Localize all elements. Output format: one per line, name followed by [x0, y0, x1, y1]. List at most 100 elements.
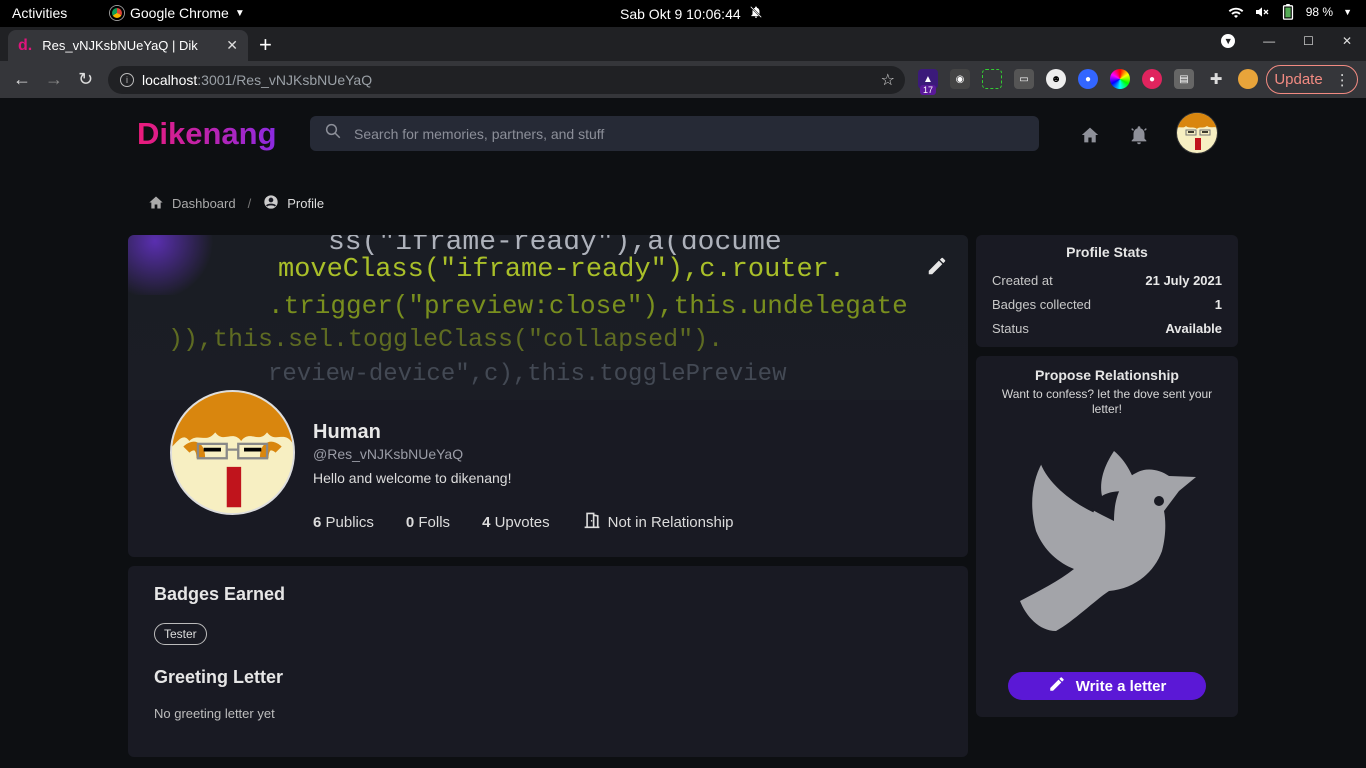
folls-stat[interactable]: 0 Folls — [406, 514, 450, 531]
stat-row-badges: Badges collected 1 — [992, 297, 1222, 312]
wifi-icon — [1228, 4, 1244, 20]
forward-arrow-icon[interactable]: → — [45, 69, 63, 90]
upvotes-stat[interactable]: 4 Upvotes — [482, 514, 550, 531]
close-window-icon[interactable]: ✕ — [1342, 34, 1352, 48]
stat-value: 1 — [1214, 297, 1222, 312]
home-icon — [148, 195, 164, 213]
app-menu-label: Google Chrome — [130, 5, 229, 21]
volume-muted-icon — [1254, 4, 1270, 20]
extension-purple-icon[interactable]: ▲ 17 — [918, 69, 938, 95]
badge-chip[interactable]: Tester — [154, 623, 207, 645]
extension-window-icon[interactable]: ▭ — [1014, 69, 1034, 89]
extension-firefox-color-icon[interactable]: ● — [1078, 69, 1098, 89]
cover-glow — [128, 235, 218, 295]
account-circle-icon — [263, 194, 279, 213]
search-input[interactable] — [354, 125, 1025, 142]
profile-name: Human — [313, 421, 381, 443]
clock-text: Sab Okt 9 10:06:44 — [620, 5, 741, 22]
folls-count: 0 — [405, 513, 415, 531]
chevron-down-icon: ▼ — [1343, 7, 1352, 17]
site-info-icon[interactable]: i — [120, 73, 134, 87]
search-icon — [324, 122, 342, 145]
cover-code-line: moveClass("iframe-ready"),c.router. — [278, 255, 846, 285]
publics-stat[interactable]: 6 Publics — [313, 514, 374, 531]
app-menu[interactable]: Google Chrome ▼ — [110, 5, 245, 21]
write-letter-button[interactable]: Write a letter — [1008, 672, 1206, 700]
kebab-menu-icon[interactable]: ⋮ — [1335, 71, 1350, 89]
stat-row-created: Created at 21 July 2021 — [992, 273, 1222, 288]
relationship-label: Not in Relationship — [607, 513, 734, 531]
brand-logo[interactable]: Dikenang — [137, 116, 277, 152]
search-bar[interactable] — [310, 116, 1039, 151]
extension-screenshot-icon[interactable] — [982, 69, 1002, 89]
clock[interactable]: Sab Okt 9 10:06:44 — [620, 5, 763, 22]
battery-icon — [1280, 4, 1296, 20]
breadcrumb: Dashboard / Profile — [148, 194, 324, 213]
extensions-row: ▲ 17 ◉ ▭ ☻ ● ● ▤ ✚ — [918, 69, 1258, 95]
propose-subtitle: Want to confess? let the dove sent your … — [1001, 387, 1213, 416]
user-avatar[interactable] — [1176, 112, 1218, 154]
extension-eyes-icon[interactable]: ◉ — [950, 69, 970, 89]
edit-cover-icon[interactable] — [926, 255, 948, 282]
extension-badge: 17 — [920, 85, 937, 95]
extension-color-picker-icon[interactable] — [1110, 69, 1130, 89]
maximize-icon[interactable]: ☐ — [1303, 34, 1314, 48]
battery-percent: 98 % — [1305, 5, 1334, 19]
profile-handle: @Res_vNJKsbNUeYaQ — [313, 446, 464, 462]
extension-face-icon[interactable]: ☻ — [1046, 69, 1066, 89]
publics-label: Publics — [325, 513, 374, 531]
profile-bio: Hello and welcome to dikenang! — [313, 470, 512, 486]
chrome-app-icon — [110, 6, 124, 20]
header-nav — [1080, 124, 1150, 151]
write-letter-label: Write a letter — [1075, 677, 1167, 695]
stat-label: Created at — [992, 273, 1053, 288]
notification-bell-icon[interactable] — [1128, 124, 1150, 151]
stat-label: Status — [992, 321, 1029, 336]
minimize-icon[interactable]: — — [1263, 34, 1275, 48]
activities-button[interactable]: Activities — [12, 5, 67, 21]
stat-row-status: Status Available — [992, 321, 1222, 336]
greeting-empty-text: No greeting letter yet — [154, 706, 275, 721]
bookmark-star-icon[interactable]: ☆ — [881, 70, 895, 90]
reload-icon[interactable]: ↻ — [78, 69, 93, 90]
stat-value: 21 July 2021 — [1145, 273, 1222, 288]
profile-stats: 6 Publics 0 Folls 4 Upvotes Not in Relat… — [313, 511, 734, 533]
new-tab-icon[interactable]: + — [259, 32, 272, 58]
profile-card: ss("iframe-ready"),a(docume moveClass("i… — [128, 235, 968, 557]
profile-stats-title: Profile Stats — [1066, 244, 1148, 260]
extension-record-icon[interactable]: ● — [1142, 69, 1162, 89]
extensions-puzzle-icon[interactable]: ✚ — [1206, 69, 1226, 89]
close-tab-icon[interactable]: ✕ — [226, 37, 238, 54]
folls-label: Folls — [418, 513, 451, 531]
dikenang-favicon-icon: d. — [18, 36, 33, 54]
cover-image: ss("iframe-ready"),a(docume moveClass("i… — [128, 235, 968, 400]
home-icon[interactable] — [1080, 126, 1100, 149]
url-host: localhost — [142, 72, 198, 88]
system-top-bar: Activities Google Chrome ▼ Sab Okt 9 10:… — [0, 0, 1366, 27]
profile-avatar[interactable] — [170, 390, 295, 515]
browser-toolbar: ← → ↻ i localhost:3001/Res_vNJKsbNUeYaQ … — [0, 61, 1366, 98]
address-bar[interactable]: i localhost:3001/Res_vNJKsbNUeYaQ ☆ — [108, 66, 905, 94]
greeting-title: Greeting Letter — [154, 667, 284, 687]
cover-code-line: review-device",c),this.togglePreview — [268, 361, 787, 388]
pencil-icon — [1048, 675, 1066, 697]
tab-search-icon[interactable]: ▼ — [1221, 34, 1236, 48]
publics-count: 6 — [313, 513, 322, 531]
cover-code-line: .trigger("preview:close"),this.undelegat… — [268, 291, 908, 321]
breadcrumb-separator: / — [247, 196, 252, 211]
profile-stats-card: Profile Stats Created at 21 July 2021 Ba… — [976, 235, 1238, 347]
browser-tab[interactable]: d. Res_vNJKsbNUeYaQ | Dik ✕ — [8, 30, 248, 61]
breadcrumb-dashboard-link[interactable]: Dashboard — [172, 196, 236, 211]
extension-chat-icon[interactable]: ▤ — [1174, 69, 1194, 89]
propose-relationship-card: Propose Relationship Want to confess? le… — [976, 356, 1238, 717]
cover-code-line: )),this.sel.toggleClass("collapsed"). — [168, 325, 724, 354]
door-icon — [582, 511, 602, 533]
update-button[interactable]: Update ⋮ — [1266, 65, 1358, 94]
back-arrow-icon[interactable]: ← — [13, 69, 31, 90]
chevron-down-icon: ▼ — [234, 7, 245, 19]
system-tray[interactable]: 98 % ▼ — [1228, 4, 1352, 20]
profile-avatar-icon[interactable] — [1238, 69, 1258, 89]
relationship-status: Not in Relationship — [582, 511, 734, 533]
stat-label: Badges collected — [992, 297, 1092, 312]
breadcrumb-current: Profile — [287, 196, 325, 211]
